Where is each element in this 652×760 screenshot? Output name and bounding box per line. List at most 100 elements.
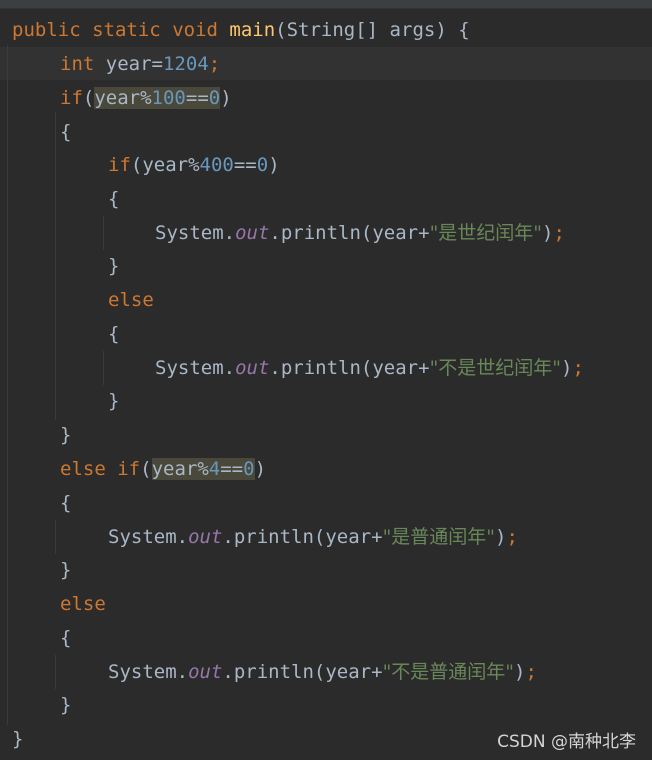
code-editor[interactable]: public static void main(String[] args) {… [0,0,652,760]
brace: } [12,728,24,750]
close-paren: ) [220,87,232,109]
number-literal: 0 [208,87,221,109]
number-literal: 100 [151,87,186,109]
open-paren: ( [140,458,152,480]
csdn-watermark: CSDN @南种北李 [497,732,636,752]
indent-guide [55,520,56,554]
code-line-16[interactable]: System.out.println(year+"是普通闰年"); [108,520,518,554]
println-call: .println(year+ [269,222,430,244]
number-literal: 1204 [162,53,209,75]
method-name: main [229,19,276,41]
code-line-22[interactable]: } [12,722,23,756]
code-line-11[interactable]: System.out.println(year+"不是世纪闰年"); [155,351,584,385]
brace: { [108,188,120,210]
close-paren: ) [514,661,526,683]
semicolon: ; [525,661,537,683]
code-line-9[interactable]: else [108,283,154,317]
keyword-else: else [108,289,154,311]
code-line-2[interactable]: int year=1204; [60,47,220,81]
string-literal: "不是普通闰年" [382,661,515,683]
keyword-if: if [60,87,83,109]
keyword-else: else [60,593,106,615]
string-literal: "是普通闰年" [382,526,496,548]
println-call: .println(year+ [222,661,383,683]
code-line-12[interactable]: } [108,384,119,418]
code-line-20[interactable]: System.out.println(year+"不是普通闰年"); [108,655,537,689]
keyword-else: else [60,458,106,480]
assignment: year= [105,53,163,75]
code-line-15[interactable]: { [60,486,71,520]
brace: } [60,559,72,581]
keyword-if: if [108,154,131,176]
condition-var: year% [94,87,152,109]
brace: } [108,255,120,277]
brace: { [60,121,72,143]
keyword-void: void [172,19,218,41]
code-line-10[interactable]: { [108,317,119,351]
number-literal: 0 [256,154,269,176]
close-paren: ) [495,526,507,548]
indent-guide [55,655,56,689]
highlighted-condition: year%4==0 [151,458,255,480]
semicolon: ; [208,53,221,75]
close-paren: ) [561,357,573,379]
code-line-18[interactable]: else [60,587,106,621]
println-call: .println(year+ [269,357,430,379]
code-line-13[interactable]: } [60,418,71,452]
keyword-if: if [117,458,141,480]
equals-operator: == [233,154,257,176]
editor-top-border [0,0,652,9]
semicolon: ; [506,526,518,548]
code-line-8[interactable]: } [108,249,119,283]
semicolon: ; [572,357,584,379]
out-field: out [235,222,270,244]
string-literal: "不是世纪闰年" [429,357,562,379]
code-line-5[interactable]: if(year%400==0) [108,148,280,182]
code-line-19[interactable]: { [60,621,71,655]
brace: { [108,323,120,345]
number-literal: 0 [243,458,255,480]
indent-guide [55,112,56,420]
string-literal: "是世纪闰年" [429,222,543,244]
code-line-4[interactable]: { [60,115,71,149]
code-line-1[interactable]: public static void main(String[] args) { [12,13,470,47]
out-field: out [235,357,270,379]
number-literal: 400 [199,154,234,176]
system-object: System. [155,357,236,379]
system-object: System. [108,661,189,683]
brace: } [60,424,72,446]
brace: { [60,627,72,649]
close-paren: ) [542,222,554,244]
out-field: out [188,661,223,683]
indent-guide [7,45,8,725]
method-params: (String[] args) { [275,19,470,41]
semicolon: ; [553,222,565,244]
open-paren: ( [82,87,95,109]
code-line-14[interactable]: else if(year%4==0) [60,452,266,486]
highlighted-condition: year%100==0 [94,87,221,109]
brace: } [108,390,120,412]
println-call: .println(year+ [222,526,383,548]
indent-guide [103,216,104,250]
keyword-static: static [92,19,161,41]
equals-operator: == [220,458,244,480]
code-line-7[interactable]: System.out.println(year+"是世纪闰年"); [155,216,565,250]
condition-var: (year% [130,154,200,176]
code-line-3[interactable]: if(year%100==0) [60,81,232,115]
code-line-6[interactable]: { [108,182,119,216]
brace: } [60,694,72,716]
brace: { [60,492,72,514]
close-paren: ) [268,154,280,176]
code-line-21[interactable]: } [60,688,71,722]
keyword-public: public [12,19,81,41]
number-literal: 4 [208,458,221,480]
code-line-17[interactable]: } [60,553,71,587]
system-object: System. [155,222,236,244]
close-paren: ) [254,458,267,480]
system-object: System. [108,526,189,548]
keyword-int: int [60,53,95,75]
out-field: out [188,526,223,548]
equals-operator: == [185,87,209,109]
indent-guide [103,351,104,385]
condition-var: year% [151,458,209,480]
